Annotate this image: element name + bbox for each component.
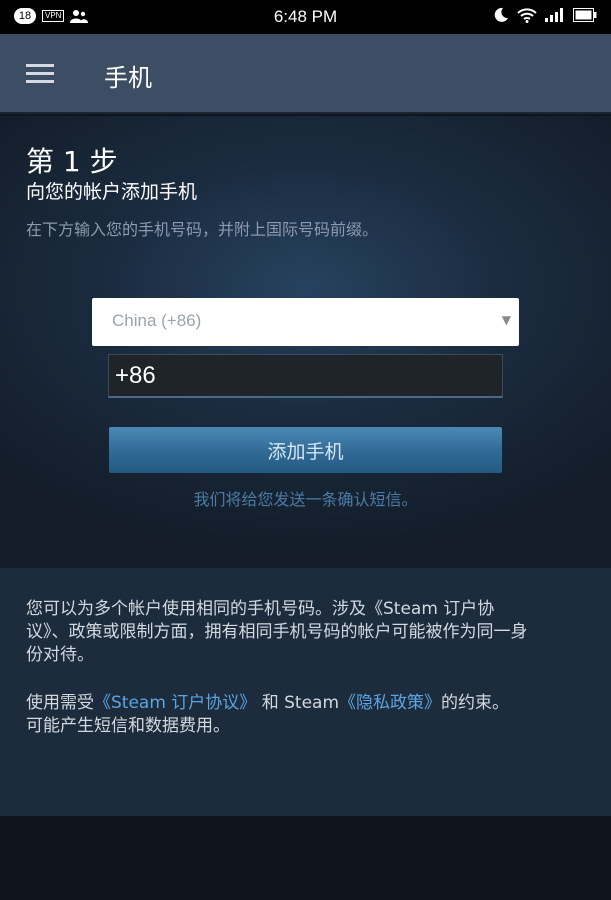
terms-prefix: 使用需受 — [26, 693, 94, 713]
menu-line — [26, 72, 54, 75]
menu-line — [26, 64, 54, 67]
terms-suffix: 的约束。 — [441, 693, 509, 713]
step-hint: 在下方输入您的手机号码，并附上国际号码前缀。 — [26, 220, 379, 239]
info-panel: 您可以为多个帐户使用相同的手机号码。涉及《Steam 订户协议》、政策或限制方面… — [0, 568, 611, 816]
add-phone-panel: 第 1 步 向您的帐户添加手机 在下方输入您的手机号码，并附上国际号码前缀。 C… — [0, 116, 611, 568]
step-subtitle: 向您的帐户添加手机 — [26, 181, 198, 203]
country-select-value: China (+86) — [112, 311, 202, 330]
app-bar: 手机 — [0, 34, 611, 114]
status-bar: 18 VPN 6:48 PM — [0, 0, 611, 34]
hamburger-menu-icon[interactable] — [26, 62, 54, 84]
dropdown-arrow-icon: ▼ — [501, 313, 511, 327]
status-right — [493, 7, 597, 23]
menu-line — [26, 80, 54, 83]
privacy-policy-link[interactable]: 《隐私政策》 — [339, 693, 441, 713]
sms-confirmation-note: 我们将给您发送一条确认短信。 — [193, 490, 418, 509]
signal-icon — [545, 8, 563, 22]
shared-number-notice: 您可以为多个帐户使用相同的手机号码。涉及《Steam 订户协议》、政策或限制方面… — [26, 599, 528, 665]
battery-icon — [573, 8, 597, 22]
phone-number-input[interactable] — [108, 354, 503, 398]
bottom-background — [0, 816, 611, 900]
add-phone-button[interactable]: 添加手机 — [109, 427, 502, 473]
charges-note: 可能产生短信和数据费用。 — [26, 716, 230, 736]
step-title: 第 1 步 — [26, 145, 118, 178]
terms-middle: 和 Steam — [261, 693, 339, 713]
wifi-icon — [517, 8, 537, 23]
terms-notice: 使用需受《Steam 订户协议》 和 Steam《隐私政策》的约束。 可能产生短… — [26, 692, 536, 738]
country-select[interactable]: China (+86) ▼ — [92, 298, 519, 346]
moon-icon — [494, 7, 508, 22]
subscriber-agreement-link[interactable]: 《Steam 订户协议》 — [94, 693, 256, 713]
page-title: 手机 — [104, 64, 152, 92]
